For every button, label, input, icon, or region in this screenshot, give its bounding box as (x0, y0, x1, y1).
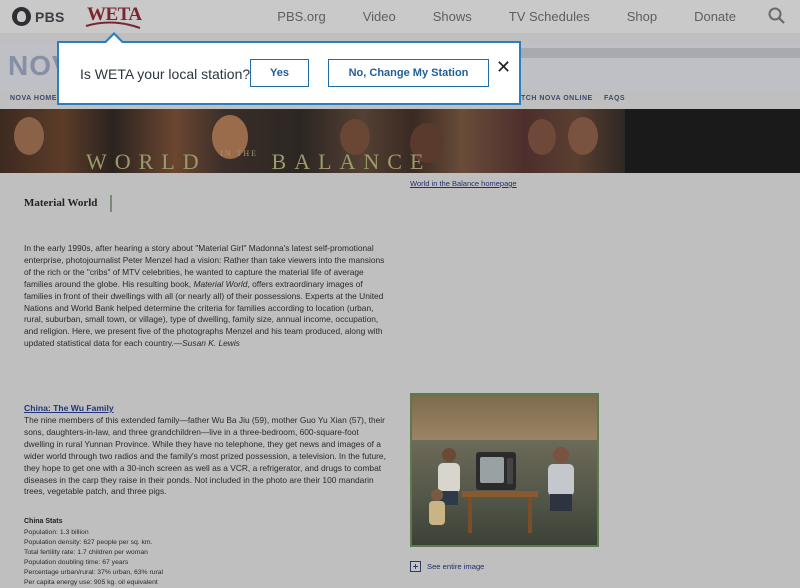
stat-item: Per capita energy use: 905 kg. oil equiv… (24, 579, 158, 586)
nav-link-donate[interactable]: Donate (694, 9, 736, 24)
article-heading: Material World (24, 197, 98, 209)
zoom-plus-icon (410, 561, 421, 572)
pbs-top-nav: PBS WETA PBS.org Video Shows TV Schedule… (0, 0, 800, 33)
homepage-link[interactable]: World in the Balance homepage (410, 179, 517, 188)
nav-link-tv-schedules[interactable]: TV Schedules (509, 9, 590, 24)
yes-button[interactable]: Yes (250, 59, 309, 87)
wu-family-photo[interactable] (410, 393, 599, 547)
see-entire-image-label: See entire image (427, 562, 485, 571)
banner-title-right: BALANCE (271, 149, 432, 174)
pbs-logo[interactable]: PBS (12, 7, 65, 26)
nav-link-video[interactable]: Video (363, 9, 396, 24)
weta-swoosh-icon (85, 21, 141, 29)
nova-header-stripe (520, 48, 800, 58)
search-icon[interactable] (768, 7, 786, 25)
nav-links: PBS.org Video Shows TV Schedules Shop Do… (277, 0, 800, 33)
subnav-faqs[interactable]: FAQS (604, 95, 625, 102)
see-entire-image-link[interactable]: See entire image (410, 561, 484, 572)
weta-logo[interactable]: WETA (84, 2, 144, 30)
stat-item: Total fertility rate: 1.7 children per w… (24, 549, 148, 556)
china-section-link[interactable]: China: The Wu Family (24, 403, 114, 413)
change-station-button[interactable]: No, Change My Station (328, 59, 489, 87)
dialog-question: Is WETA your local station? (80, 66, 251, 82)
stat-item: Percentage urban/rural: 37% urban, 63% r… (24, 569, 164, 576)
pbs-head-icon (12, 7, 31, 26)
stat-item: Population: 1.3 billion (24, 529, 89, 536)
banner-title-small: IN THE (220, 149, 259, 158)
subnav-watch-nova-online[interactable]: TCH NOVA ONLINE (521, 95, 593, 102)
subnav-nova-home[interactable]: NOVA HOME (10, 95, 57, 102)
television-image (476, 452, 516, 490)
nav-link-shows[interactable]: Shows (433, 9, 472, 24)
nav-link-shop[interactable]: Shop (627, 9, 657, 24)
intro-book-title: Material World (193, 278, 248, 289)
pbs-logo-text: PBS (35, 8, 65, 25)
close-icon[interactable]: ✕ (496, 58, 511, 76)
stat-item: Population density: 627 people per sq. k… (24, 539, 153, 546)
local-station-dialog: Is WETA your local station? Yes No, Chan… (57, 32, 521, 105)
nav-link-pbs-org[interactable]: PBS.org (277, 9, 325, 24)
china-section-body: The nine members of this extended family… (24, 415, 386, 497)
banner-title-left: WORLD (86, 149, 207, 174)
intro-author: Susan K. Lewis (182, 338, 240, 349)
heading-divider (110, 195, 112, 212)
intro-paragraph: In the early 1990s, after hearing a stor… (24, 243, 392, 350)
stats-list: Population: 1.3 billion Population densi… (24, 528, 163, 588)
stat-item: Population doubling time: 67 years (24, 559, 129, 566)
world-in-the-balance-banner: WORLD IN THE BALANCE (0, 109, 800, 175)
banner-title: WORLD IN THE BALANCE (86, 149, 431, 175)
stats-title: China Stats (24, 518, 63, 525)
